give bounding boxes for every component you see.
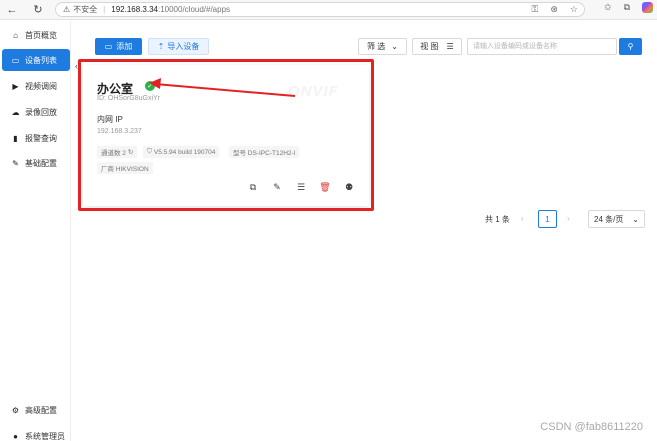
camera-icon: ▭ bbox=[104, 42, 113, 51]
version-tag: ⛉ V5.5.94 build 190704 bbox=[143, 146, 220, 158]
cloud-playback-icon: ☁ bbox=[11, 107, 20, 117]
sidebar-item-label: 高级配置 bbox=[25, 405, 57, 415]
sidebar-item-label: 首页概览 bbox=[25, 30, 57, 40]
card-actions: ⧉ ✎ ☰ 🗑 ⚉ bbox=[241, 181, 361, 193]
reload-icon[interactable]: ↻ bbox=[30, 2, 46, 18]
address-bar[interactable]: ⚠ 不安全 | 192.168.3.34:10000/cloud/#/apps … bbox=[55, 2, 585, 17]
sidebar-item-label: 系统管理员 bbox=[25, 431, 65, 441]
upload-icon: ⇡ bbox=[157, 42, 165, 51]
favorites-icon[interactable]: ✩ bbox=[604, 2, 612, 13]
favorite-star-icon[interactable]: ☆ bbox=[570, 4, 578, 15]
current-page-button[interactable]: 1 bbox=[538, 210, 557, 228]
edit-icon[interactable]: ✎ bbox=[265, 181, 289, 193]
onvif-logo: ONVIF bbox=[288, 83, 339, 100]
menu-icon: ☰ bbox=[446, 42, 454, 51]
key-icon[interactable]: ⚿ bbox=[532, 4, 539, 15]
edit-config-icon: ✎ bbox=[12, 158, 19, 168]
video-preview-icon[interactable]: ⧉ bbox=[241, 181, 265, 193]
chevron-down-icon: ⌄ bbox=[632, 214, 639, 224]
sidebar-item-admin[interactable]: ● 系统管理员 bbox=[2, 425, 70, 441]
chevron-down-icon: ⌄ bbox=[391, 42, 398, 51]
sidebar-item-home[interactable]: ⌂ 首页概览 bbox=[2, 24, 70, 46]
sidebar-item-basic-config[interactable]: ✎ 基础配置 bbox=[2, 152, 70, 174]
refresh-icon[interactable]: ↻ bbox=[128, 148, 133, 156]
ip-label: 内网 IP bbox=[97, 115, 123, 124]
channels-tag: 通道数 2 ↻ bbox=[97, 146, 138, 158]
device-id: ID: OHSorG8uGxiYr bbox=[97, 95, 161, 102]
sidebar-item-device-list[interactable]: ▭ 设备列表 bbox=[2, 49, 70, 71]
copilot-icon[interactable] bbox=[642, 2, 653, 13]
device-card[interactable]: ONVIF 办公室 ✓ ID: OHSorG8uGxiYr 内网 IP 192.… bbox=[83, 65, 369, 206]
device-list-icon: ▭ bbox=[11, 55, 20, 65]
delete-icon[interactable]: 🗑 bbox=[313, 181, 337, 193]
url-host: 192.168.3.34 bbox=[111, 5, 158, 14]
sidebar-item-label: 录像回放 bbox=[25, 107, 57, 117]
details-list-icon[interactable]: ☰ bbox=[289, 181, 313, 193]
home-icon: ⌂ bbox=[13, 30, 18, 40]
warning-icon: ⚠ bbox=[63, 5, 71, 14]
screenshot-icon[interactable]: ⧉ bbox=[624, 2, 630, 13]
total-count: 共 1 条 bbox=[485, 215, 510, 224]
sidebar-item-alarm[interactable]: ▮ 报警查询 bbox=[2, 127, 70, 149]
sidebar: ⌂ 首页概览 ▭ 设备列表 ▶ 视频调阅 ☁ 录像回放 ▮ 报警查询 ✎ 基础配… bbox=[0, 21, 71, 441]
sidebar-item-label: 基础配置 bbox=[25, 158, 57, 168]
prev-page-icon[interactable]: ‹ bbox=[521, 214, 524, 223]
insecure-label: 不安全 bbox=[73, 5, 98, 14]
device-ip: 192.168.3.237 bbox=[97, 128, 142, 135]
user-icon: ● bbox=[13, 431, 18, 441]
import-devices-button[interactable]: ⇡ 导入设备 bbox=[148, 38, 209, 55]
alarm-bell-icon: ▮ bbox=[13, 133, 18, 143]
page-size-select[interactable]: 24 条/页 ⌄ bbox=[588, 210, 645, 228]
sidebar-item-label: 设备列表 bbox=[25, 55, 57, 65]
next-page-icon[interactable]: › bbox=[567, 214, 570, 223]
url-path: :10000/cloud/#/apps bbox=[157, 5, 231, 14]
user-permission-icon[interactable]: ⚉ bbox=[337, 181, 361, 193]
csdn-watermark: CSDN @fab8611220 bbox=[540, 421, 643, 433]
search-input[interactable] bbox=[467, 38, 617, 55]
search-button[interactable]: ⚲ bbox=[619, 38, 642, 55]
model-tag: 型号 DS-IPC-T12H2-I bbox=[229, 146, 300, 158]
shield-icon: ⛉ bbox=[147, 148, 152, 155]
gear-icon: ⚙ bbox=[11, 405, 20, 415]
sidebar-item-label: 视频调阅 bbox=[25, 81, 57, 91]
sidebar-item-label: 报警查询 bbox=[25, 133, 57, 143]
vendor-tag: 厂商 HIKVISION bbox=[97, 162, 153, 174]
view-button[interactable]: 视 图 ☰ bbox=[412, 38, 462, 55]
browser-toolbar: ← ↻ ⚠ 不安全 | 192.168.3.34:10000/cloud/#/a… bbox=[0, 0, 657, 20]
video-play-icon: ▶ bbox=[12, 81, 19, 91]
search-icon: ⚲ bbox=[627, 42, 634, 51]
online-status-icon: ✓ bbox=[145, 81, 155, 91]
add-button[interactable]: ▭ 添加 bbox=[95, 38, 142, 55]
sidebar-item-playback[interactable]: ☁ 录像回放 bbox=[2, 101, 70, 123]
extension-icon[interactable]: ⊛ bbox=[550, 4, 558, 15]
filter-button[interactable]: 筛 选 ⌄ bbox=[358, 38, 407, 55]
back-icon[interactable]: ← bbox=[4, 2, 20, 18]
sidebar-item-advanced-config[interactable]: ⚙ 高级配置 bbox=[2, 399, 70, 421]
main-content: ▭ 添加 ⇡ 导入设备 筛 选 ⌄ 视 图 ☰ ⚲ ONVIF 办公室 ✓ ID… bbox=[71, 21, 657, 441]
sidebar-item-video[interactable]: ▶ 视频调阅 bbox=[2, 75, 70, 97]
